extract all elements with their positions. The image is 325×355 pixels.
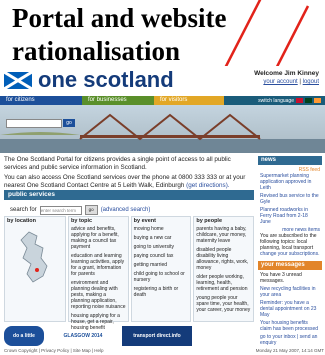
- event-item[interactable]: getting married: [134, 262, 189, 268]
- message-item-link[interactable]: Reminder: you have a dental appointment …: [260, 300, 316, 318]
- service-columns: by location by topic advice and benefits…: [4, 216, 255, 331]
- news-item[interactable]: Supermarket planning application approve…: [260, 173, 320, 191]
- intro-paragraph-1: The One Scotland Portal for citizens pro…: [4, 156, 231, 171]
- audience-tabs: for citizens for businesses for visitors…: [0, 96, 325, 105]
- welcome-panel: Welcome Jim Kinney your account | logout: [254, 70, 319, 86]
- bridge-image: [0, 113, 325, 153]
- intro-paragraph-2: You can also access One Scotland service…: [4, 174, 254, 189]
- event-item[interactable]: registering a birth or death: [134, 286, 189, 298]
- glasgow-2014-logo[interactable]: GLASGOW 2014: [48, 326, 118, 346]
- messages-list: You have 3 unread messages. New recyclin…: [258, 270, 322, 350]
- language-switcher[interactable]: switch language: [258, 96, 321, 105]
- search-go-button[interactable]: go: [84, 205, 98, 215]
- inbox-link[interactable]: go to your inbox | send an enquiry: [260, 334, 320, 346]
- event-head: by event: [133, 218, 156, 224]
- message-item[interactable]: New recycling facilities in your area: [260, 286, 320, 298]
- messages-header: your messages: [258, 261, 322, 270]
- footer-links[interactable]: Crown Copyright | Privacy Policy | Site …: [4, 348, 104, 353]
- location-head: by location: [7, 218, 37, 224]
- change-subscriptions-link[interactable]: change your subscriptions.: [260, 251, 319, 257]
- news-header: news announcements: [258, 156, 322, 172]
- search-label: search for: [10, 207, 37, 213]
- saltire-flag-icon: [4, 71, 32, 89]
- people-item[interactable]: parents having a baby, childcare, your m…: [196, 226, 251, 244]
- topic-head: by topic: [71, 218, 93, 224]
- inbox-link-text[interactable]: go to your inbox | send an enquiry: [260, 334, 317, 346]
- brand[interactable]: one scotland: [4, 67, 174, 92]
- news-item[interactable]: Planned roadworks in Ferry Road from 2-1…: [260, 207, 320, 225]
- banner-go-button[interactable]: go: [63, 119, 75, 127]
- by-event-column: by event moving home buying a new car go…: [130, 216, 192, 322]
- public-services-search: search for enter search term go (advance…: [10, 205, 150, 215]
- news-item-link[interactable]: Supermarket planning application approve…: [260, 173, 311, 191]
- event-item[interactable]: buying a new car: [134, 235, 189, 241]
- partner-logos: do a little GLASGOW 2014 transport direc…: [4, 325, 254, 347]
- public-services-header: public services: [4, 190, 254, 200]
- tab-citizens[interactable]: for citizens: [0, 96, 82, 105]
- people-head: by people: [196, 218, 223, 224]
- brand-logo: one scotland: [38, 67, 174, 92]
- people-item[interactable]: young people your spare time, your healt…: [196, 295, 251, 313]
- news-list: RSS feed Supermarket planning applicatio…: [258, 165, 322, 261]
- flag-uk-icon[interactable]: [296, 98, 303, 103]
- event-item[interactable]: paying council tax: [134, 253, 189, 259]
- people-item[interactable]: older people working, learning, health, …: [196, 274, 251, 292]
- by-topic-column: by topic advice and benefits, applying f…: [68, 216, 129, 331]
- hero-banner: go: [0, 105, 325, 153]
- account-link[interactable]: your account: [263, 79, 297, 85]
- flag-pk-icon[interactable]: [305, 98, 312, 103]
- topic-item[interactable]: environment and planning dealing with pe…: [71, 280, 126, 310]
- directions-link[interactable]: (get directions).: [186, 182, 229, 189]
- message-item[interactable]: Your housing benefits claim has been pro…: [260, 320, 320, 332]
- event-item[interactable]: moving home: [134, 226, 189, 232]
- link-separator: |: [299, 79, 301, 85]
- event-item[interactable]: going to university: [134, 244, 189, 250]
- messages-count: You have 3 unread messages.: [260, 272, 302, 284]
- transport-direct-logo[interactable]: transport direct.info: [122, 326, 192, 346]
- tab-businesses[interactable]: for businesses: [82, 96, 154, 105]
- news-item[interactable]: Revised bus service to the Gyle: [260, 193, 320, 205]
- message-item-link[interactable]: New recycling facilities in your area: [260, 286, 316, 298]
- search-input[interactable]: enter search term: [39, 205, 82, 215]
- message-item-link[interactable]: Your housing benefits claim has been pro…: [260, 320, 318, 332]
- message-item[interactable]: Reminder: you have a dental appointment …: [260, 300, 320, 318]
- news-item-link[interactable]: Revised bus service to the Gyle: [260, 193, 319, 205]
- subscription-text: You are subscribed to the following topi…: [260, 233, 320, 257]
- flag-in-icon[interactable]: [314, 98, 321, 103]
- banner-search-input[interactable]: [6, 119, 62, 128]
- by-location-column: by location: [4, 216, 66, 322]
- intro-text: The One Scotland Portal for citizens pro…: [4, 156, 254, 192]
- topic-item[interactable]: advice and benefits, applying for a bene…: [71, 226, 126, 250]
- scotland-map-icon[interactable]: [15, 230, 55, 285]
- right-sidebar: news announcements RSS feed Supermarket …: [258, 156, 322, 350]
- advanced-search-link[interactable]: (advanced search): [101, 207, 151, 213]
- tab-visitors[interactable]: for visitors: [154, 96, 224, 105]
- do-a-little-logo[interactable]: do a little: [4, 326, 44, 346]
- topic-item[interactable]: education and learning learning activiti…: [71, 253, 126, 277]
- by-people-column: by people parents having a baby, childca…: [193, 216, 255, 322]
- event-item[interactable]: child going to school or nursery: [134, 271, 189, 283]
- logout-link[interactable]: logout: [303, 79, 319, 85]
- people-item[interactable]: disabled people disability living allowa…: [196, 247, 251, 271]
- news-item-link[interactable]: Planned roadworks in Ferry Road from 2-1…: [260, 207, 308, 225]
- portal-page: one scotland Welcome Jim Kinney your acc…: [0, 66, 325, 355]
- language-label: switch language: [258, 97, 294, 104]
- welcome-greeting: Welcome Jim Kinney: [254, 70, 319, 77]
- subscription-info: You are subscribed to the following topi…: [260, 233, 317, 251]
